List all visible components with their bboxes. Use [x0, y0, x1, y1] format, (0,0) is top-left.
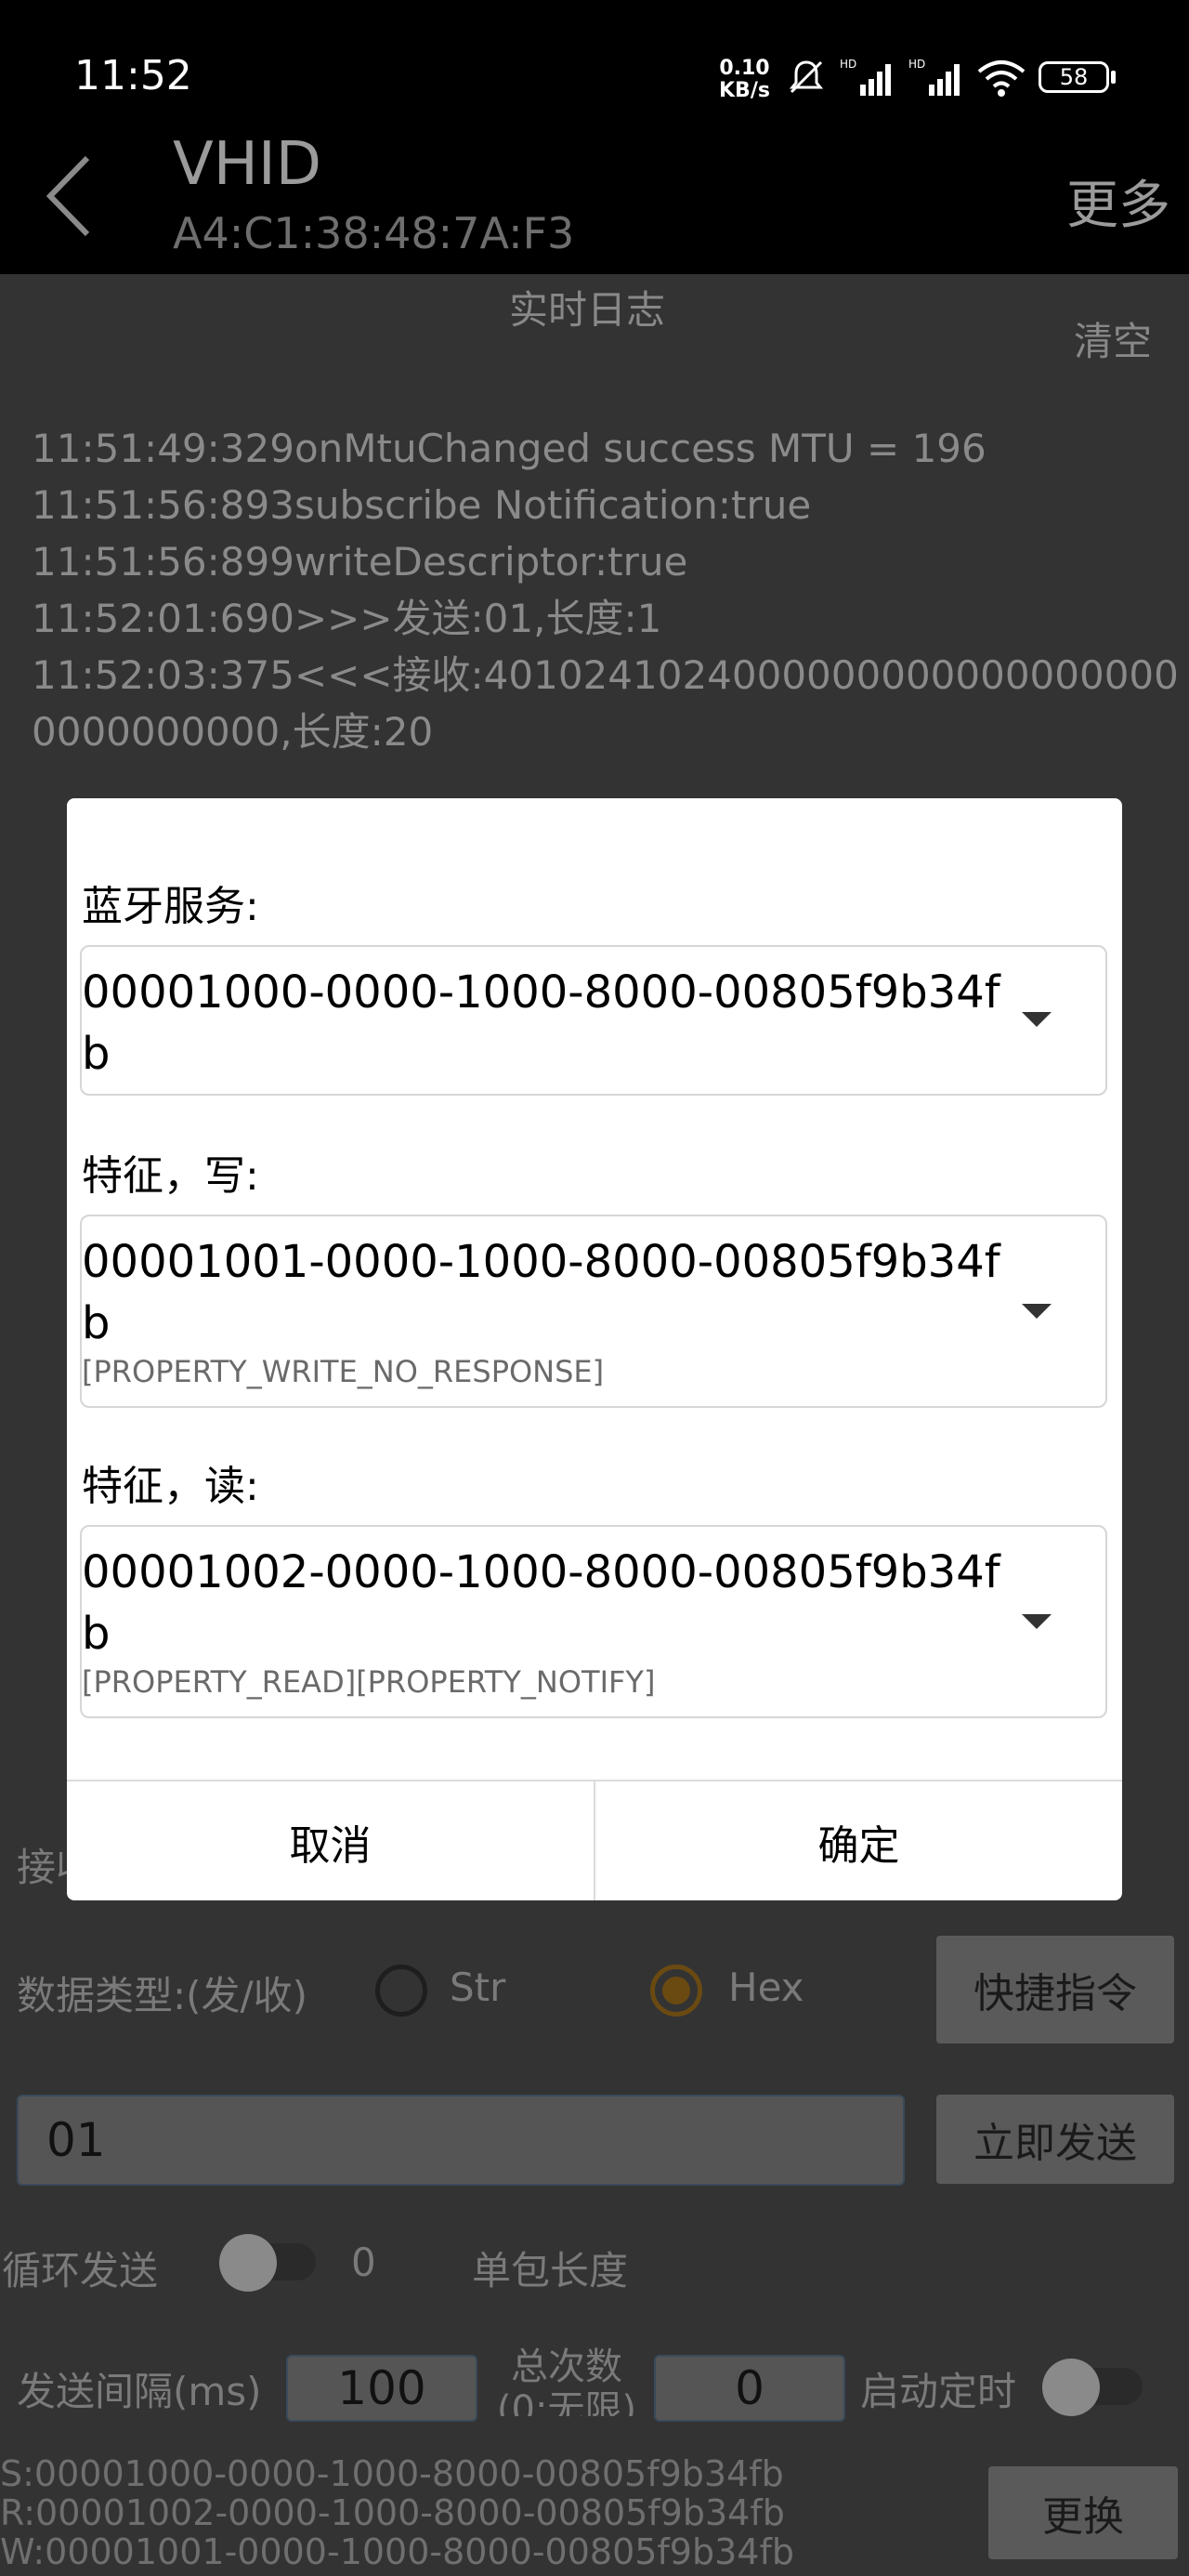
- signal-icon-2: HD: [908, 58, 960, 96]
- battery-tip: [1111, 71, 1116, 84]
- read-char-select[interactable]: 00001002-0000-1000-8000-00805f9b34fb [PR…: [80, 1525, 1107, 1718]
- dialog-buttons: 取消 确定: [67, 1780, 1122, 1900]
- svg-text:HD: HD: [840, 58, 856, 71]
- wifi-icon: [977, 60, 1026, 97]
- cancel-button[interactable]: 取消: [67, 1781, 594, 1900]
- net-speed-value: 0.10: [719, 57, 770, 80]
- status-icons: HD HD: [786, 54, 1027, 100]
- radio-hex-label: Hex: [728, 1965, 804, 2010]
- service-dropdown-icon: [1022, 1012, 1052, 1027]
- total-count-label: 总次数 (0:无限): [489, 2346, 645, 2416]
- log-line: 11:51:56:893subscribe Notification:true: [32, 482, 812, 528]
- timer-knob: [1042, 2359, 1100, 2416]
- send-input[interactable]: 01: [17, 2095, 905, 2186]
- packet-length-label: 单包长度: [472, 2248, 629, 2293]
- write-uuid-line: W:00001001-0000-1000-8000-00805f9b34fb: [0, 2533, 794, 2570]
- read-uuid-line: R:00001002-0000-1000-8000-00805f9b34fb: [0, 2492, 785, 2533]
- read-char-props: [PROPERTY_READ][PROPERTY_NOTIFY]: [82, 1664, 656, 1700]
- loop-value: 0: [351, 2240, 376, 2285]
- interval-input[interactable]: 100: [286, 2355, 477, 2422]
- loop-send-label: 循环发送: [2, 2248, 159, 2293]
- interval-label: 发送间隔(ms): [17, 2369, 262, 2414]
- service-select[interactable]: 00001000-0000-1000-8000-00805f9b34fb: [80, 945, 1107, 1096]
- back-arrow-icon[interactable]: [43, 154, 95, 238]
- net-speed-unit: KB/s: [719, 79, 770, 102]
- device-mac: A4:C1:38:48:7A:F3: [173, 208, 575, 258]
- service-select-value: 00001000-0000-1000-8000-00805f9b34fb: [82, 966, 1000, 1080]
- write-char-props: [PROPERTY_WRITE_NO_RESPONSE]: [82, 1354, 605, 1389]
- total-count-sub: (0:无限): [496, 2388, 637, 2416]
- characteristic-dialog: 蓝牙服务: 00001000-0000-1000-8000-00805f9b34…: [67, 798, 1122, 1900]
- total-count-title: 总次数: [511, 2346, 622, 2388]
- radio-hex[interactable]: [650, 1965, 702, 2017]
- log-list: 11:51:49:329onMtuChanged success MTU = 1…: [32, 420, 1183, 760]
- log-line: 11:52:03:375<<<接收:4010241024000000000000…: [32, 652, 1179, 755]
- log-line: 11:52:01:690>>>发送:01,长度:1: [32, 596, 662, 641]
- signal-icon: HD: [840, 58, 891, 96]
- write-char-select[interactable]: 00001001-0000-1000-8000-00805f9b34fb [PR…: [80, 1215, 1107, 1408]
- replace-button[interactable]: 更换: [988, 2466, 1178, 2559]
- quick-command-button[interactable]: 快捷指令: [936, 1936, 1174, 2044]
- write-char-value: 00001001-0000-1000-8000-00805f9b34fb: [82, 1236, 1000, 1349]
- service-label: 蓝牙服务:: [82, 883, 259, 930]
- more-button[interactable]: 更多: [1066, 164, 1170, 239]
- send-now-button[interactable]: 立即发送: [936, 2095, 1174, 2184]
- device-title: VHID: [173, 130, 322, 199]
- radio-str-label: Str: [450, 1965, 506, 2010]
- log-title: 实时日志: [509, 287, 666, 333]
- data-type-label: 数据类型:(发/收): [17, 1973, 308, 2018]
- total-count-input[interactable]: 0: [654, 2355, 845, 2422]
- confirm-button[interactable]: 确定: [595, 1781, 1122, 1900]
- log-line: 11:51:56:899writeDescriptor:true: [32, 539, 688, 585]
- write-char-dropdown-icon: [1022, 1304, 1052, 1319]
- service-uuid-line: S:00001000-0000-1000-8000-00805f9b34fb: [0, 2453, 784, 2494]
- radio-hex-dot: [662, 1977, 690, 2004]
- read-char-label: 特征，读:: [82, 1463, 259, 1510]
- radio-str[interactable]: [375, 1965, 427, 2017]
- status-time: 11:52: [74, 52, 192, 99]
- battery-icon: 58: [1039, 61, 1109, 93]
- loop-send-knob: [219, 2234, 277, 2292]
- read-char-value: 00001002-0000-1000-8000-00805f9b34fb: [82, 1546, 1000, 1660]
- clear-button[interactable]: 清空: [1074, 310, 1152, 367]
- mute-bell-icon: [789, 60, 824, 94]
- log-line: 11:51:49:329onMtuChanged success MTU = 1…: [32, 426, 986, 471]
- read-char-dropdown-icon: [1022, 1614, 1052, 1629]
- write-char-label: 特征，写:: [82, 1152, 259, 1200]
- net-speed: 0.10 KB/s: [719, 58, 770, 102]
- timer-label: 启动定时: [860, 2369, 1017, 2414]
- svg-text:HD: HD: [908, 58, 925, 71]
